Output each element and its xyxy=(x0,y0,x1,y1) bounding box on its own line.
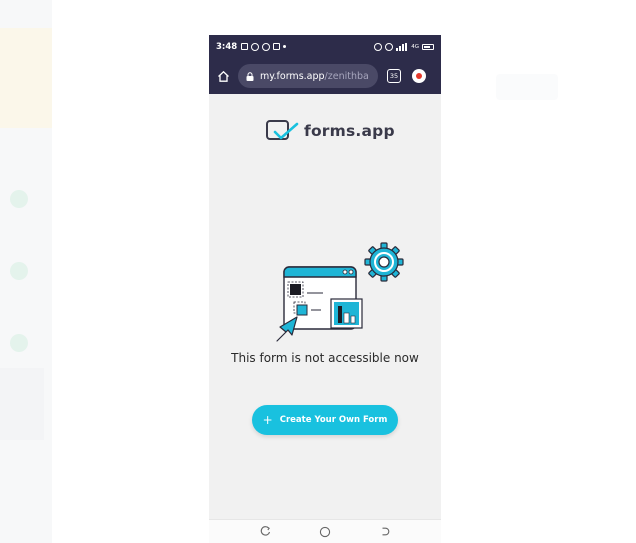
extension-icon[interactable] xyxy=(412,69,426,83)
background-app-dot xyxy=(10,190,28,208)
recent-apps-button[interactable] xyxy=(258,525,272,539)
form-unavailable-illustration xyxy=(276,242,404,342)
system-navigation-bar xyxy=(209,519,441,543)
status-left-icons xyxy=(241,42,287,51)
mail-icon xyxy=(273,43,281,50)
unavailable-message: This form is not accessible now xyxy=(231,351,419,365)
gear-icon xyxy=(364,242,404,282)
brand-logo: forms.app xyxy=(266,119,395,143)
address-bar[interactable]: my.forms.app/zenithba xyxy=(238,64,378,88)
create-form-button[interactable]: + Create Your Own Form xyxy=(252,405,398,435)
create-form-button-label: Create Your Own Form xyxy=(279,415,388,425)
battery-icon xyxy=(422,43,434,50)
background-app-panel xyxy=(0,28,52,128)
signal-icon xyxy=(396,42,408,51)
back-button[interactable] xyxy=(378,525,392,539)
url-domain: my.forms.app xyxy=(260,70,325,82)
back-icon xyxy=(382,527,389,536)
status-time: 3:48 xyxy=(216,41,238,52)
status-right-icons: 4G xyxy=(374,42,434,51)
gallery-icon xyxy=(241,43,249,50)
home-icon[interactable] xyxy=(217,70,230,83)
hotspot-icon xyxy=(385,42,394,51)
whatsapp-icon xyxy=(251,42,260,51)
tabs-count-label: 35 xyxy=(389,72,399,80)
browser-toolbar: my.forms.app/zenithba 35 xyxy=(209,58,441,94)
network-label: 4G xyxy=(411,43,419,50)
background-app-button xyxy=(496,74,558,100)
forms-app-logo-icon xyxy=(266,120,299,140)
background-app-dot xyxy=(10,262,28,280)
background-app-panel-2 xyxy=(0,368,44,440)
messenger-icon xyxy=(262,42,271,51)
background-app-dot xyxy=(10,334,28,352)
url-path: /zenithba xyxy=(324,70,369,82)
recent-apps-icon xyxy=(260,526,270,536)
phone-screen: 3:48 4G my.forms.app/zenithba 35 forms.a… xyxy=(209,35,441,543)
status-bar: 3:48 4G xyxy=(209,35,441,58)
tabs-icon[interactable]: 35 xyxy=(387,69,401,83)
more-notifications-icon xyxy=(283,45,287,48)
lock-icon xyxy=(246,71,254,81)
home-nav-icon xyxy=(319,526,331,537)
plus-icon: + xyxy=(262,413,273,427)
home-nav-button[interactable] xyxy=(318,525,332,539)
alarm-icon xyxy=(374,42,383,51)
url-text: my.forms.app/zenithba xyxy=(260,71,369,82)
brand-name: forms.app xyxy=(304,122,395,140)
